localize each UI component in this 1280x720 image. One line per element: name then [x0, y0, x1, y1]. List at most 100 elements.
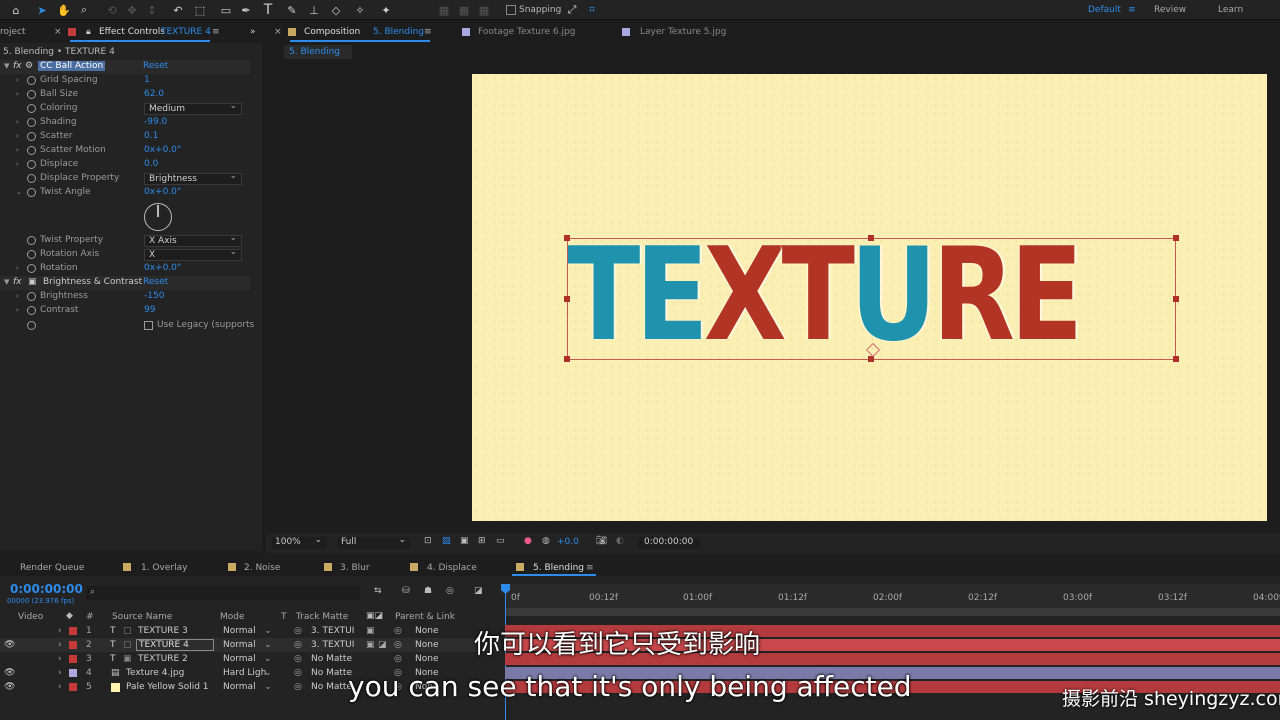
stopwatch-icon[interactable] — [27, 132, 36, 141]
roto-brush-tool-icon[interactable]: ✧ — [352, 2, 368, 18]
type-tool-icon[interactable]: T — [260, 2, 276, 18]
layer-label-color[interactable] — [69, 627, 77, 635]
tab-effect-controls[interactable]: Effect Controls — [99, 27, 165, 37]
guides-icon[interactable]: ⊞ — [478, 536, 486, 546]
collapse-arrow-icon[interactable]: ▼ — [4, 62, 9, 70]
lock-icon[interactable]: 🔒︎ — [86, 27, 91, 37]
expand-arrow-icon[interactable]: › — [16, 76, 19, 84]
view-axis-icon[interactable]: ▦ — [476, 2, 492, 18]
show-snapshot-icon[interactable]: ◐ — [616, 536, 624, 546]
close-icon[interactable]: × — [54, 27, 62, 37]
transform-handle[interactable] — [1173, 235, 1179, 241]
col-header-mode[interactable]: Mode — [220, 612, 245, 622]
brush-tool-icon[interactable]: ✎ — [284, 2, 300, 18]
layer-label-color[interactable] — [69, 683, 77, 691]
transform-handle[interactable] — [564, 356, 570, 362]
eraser-tool-icon[interactable]: ◇ — [328, 2, 344, 18]
world-axis-icon[interactable]: ▦ — [456, 2, 472, 18]
snap-edges-icon[interactable]: ⤢ — [564, 2, 580, 18]
tab-composition-name[interactable]: 5. Blending — [373, 27, 424, 37]
tab-blending[interactable]: 5. Blending — [533, 563, 584, 573]
blend-mode-dropdown[interactable]: Normal — [223, 682, 256, 692]
expand-arrow-icon[interactable]: › — [58, 654, 62, 664]
layer-row-1[interactable]: › 1 T ▢ TEXTURE 3 Normal ⌄ ◎ 3. TEXTUI ▣… — [0, 624, 500, 638]
layer-search-input[interactable]: ⌕ — [86, 586, 360, 600]
effect-settings-icon[interactable]: ⚙ — [25, 61, 33, 71]
tab-layer[interactable]: Layer Texture 5.jpg — [640, 27, 726, 37]
layer-label-color[interactable] — [69, 655, 77, 663]
tab-overlay[interactable]: 1. Overlay — [141, 563, 187, 573]
channels-icon[interactable]: ● — [524, 536, 532, 546]
hand-tool-icon[interactable]: ✋ — [56, 2, 72, 18]
composition-mini-flowchart-icon[interactable]: ⇆ — [374, 586, 382, 596]
transform-handle[interactable] — [564, 296, 570, 302]
expand-arrow-icon[interactable]: › — [16, 90, 19, 98]
collapse-arrow-icon[interactable]: ⌄ — [16, 188, 22, 196]
layer-name[interactable]: TEXTURE 4 — [136, 639, 214, 651]
camera-snapshot-icon[interactable]: 📷︎ — [596, 536, 607, 546]
effect-settings-icon[interactable]: ▣ — [28, 277, 37, 287]
eye-icon[interactable]: 👁︎ — [4, 682, 15, 692]
pick-whip-icon[interactable]: ◎ — [394, 654, 402, 664]
layer-row-3[interactable]: › 3 T ▣ TEXTURE 2 Normal ⌄ ◎ No Matte ◎ … — [0, 652, 500, 666]
dolly-tool-icon[interactable]: ↕ — [144, 2, 160, 18]
pick-whip-icon[interactable]: ◎ — [394, 626, 402, 636]
puppet-pin-tool-icon[interactable]: ✦ — [378, 2, 394, 18]
mask-visibility-icon[interactable]: ▣ — [460, 536, 469, 546]
param-value[interactable]: 0x+0.0° — [144, 145, 181, 155]
expand-arrow-icon[interactable]: › — [58, 626, 62, 636]
parent-dropdown[interactable]: None — [415, 626, 438, 636]
param-value[interactable]: 0x+0.0° — [144, 187, 181, 197]
expand-arrow-icon[interactable]: › — [16, 264, 19, 272]
pan-tool-icon[interactable]: ✥ — [124, 2, 140, 18]
effect-header-cc-ball-action[interactable]: ▼ fx ⚙ CC Ball Action Reset — [0, 60, 250, 74]
stopwatch-icon[interactable] — [27, 292, 36, 301]
param-value[interactable]: 62.0 — [144, 89, 164, 99]
col-header-source[interactable]: Source Name — [112, 612, 172, 622]
snap-features-icon[interactable]: ⌗ — [584, 2, 600, 18]
blend-mode-dropdown[interactable]: Hard Ligh — [223, 668, 266, 678]
track-matte-dropdown[interactable]: 3. TEXTUI — [311, 640, 354, 650]
tab-noise[interactable]: 2. Noise — [244, 563, 280, 573]
collapse-arrow-icon[interactable]: ▼ — [4, 278, 9, 286]
fx-icon[interactable]: fx — [13, 61, 22, 71]
twist-angle-dial[interactable] — [144, 203, 172, 231]
tab-footage[interactable]: Footage Texture 6.jpg — [478, 27, 575, 37]
home-icon[interactable]: ⌂ — [8, 2, 24, 18]
twist-property-dropdown[interactable]: X Axis — [144, 233, 242, 247]
frame-blending-icon[interactable]: ◎ — [446, 586, 454, 596]
transform-handle[interactable] — [1173, 296, 1179, 302]
param-value[interactable]: 1 — [144, 75, 150, 85]
expand-arrow-icon[interactable]: › — [16, 306, 19, 314]
stopwatch-icon[interactable] — [27, 76, 36, 85]
layer-bounding-box[interactable] — [564, 235, 1179, 362]
expand-arrow-icon[interactable]: › — [58, 640, 62, 650]
stopwatch-icon[interactable] — [27, 188, 36, 197]
track-matte-dropdown[interactable]: No Matte — [311, 668, 352, 678]
stopwatch-icon[interactable] — [27, 264, 36, 273]
workspace-menu-icon[interactable]: ≡ — [1128, 5, 1136, 15]
pan-behind-tool-icon[interactable]: ⬚ — [192, 2, 208, 18]
panel-menu-icon[interactable]: ≡ — [212, 27, 220, 37]
stopwatch-icon[interactable] — [27, 90, 36, 99]
pen-tool-icon[interactable]: ✒ — [238, 2, 254, 18]
transform-handle[interactable] — [564, 235, 570, 241]
layer-label-color[interactable] — [69, 669, 77, 677]
tab-displace[interactable]: 4. Displace — [427, 563, 477, 573]
shy-layers-icon[interactable]: ☗ — [424, 586, 432, 596]
displace-property-dropdown[interactable]: Brightness — [144, 171, 242, 185]
param-value[interactable]: -99.0 — [144, 117, 167, 127]
col-header-parent[interactable]: Parent & Link — [395, 612, 455, 622]
stopwatch-icon[interactable] — [27, 250, 36, 259]
effect-name[interactable]: CC Ball Action — [38, 61, 106, 71]
eye-icon[interactable]: 👁︎ — [4, 668, 15, 678]
layer-label-color[interactable] — [69, 641, 77, 649]
layer-name[interactable]: TEXTURE 2 — [138, 654, 188, 664]
local-axis-icon[interactable]: ▦ — [436, 2, 452, 18]
draft-3d-icon[interactable]: ⛁ — [402, 586, 410, 596]
viewer-timecode[interactable]: 0:00:00:00 — [638, 537, 700, 549]
work-area-bar[interactable] — [505, 608, 1280, 616]
track-matte-dropdown[interactable]: 3. TEXTUI — [311, 626, 354, 636]
close-icon[interactable]: × — [274, 27, 282, 37]
region-of-interest-icon[interactable]: ⊡ — [424, 536, 432, 546]
